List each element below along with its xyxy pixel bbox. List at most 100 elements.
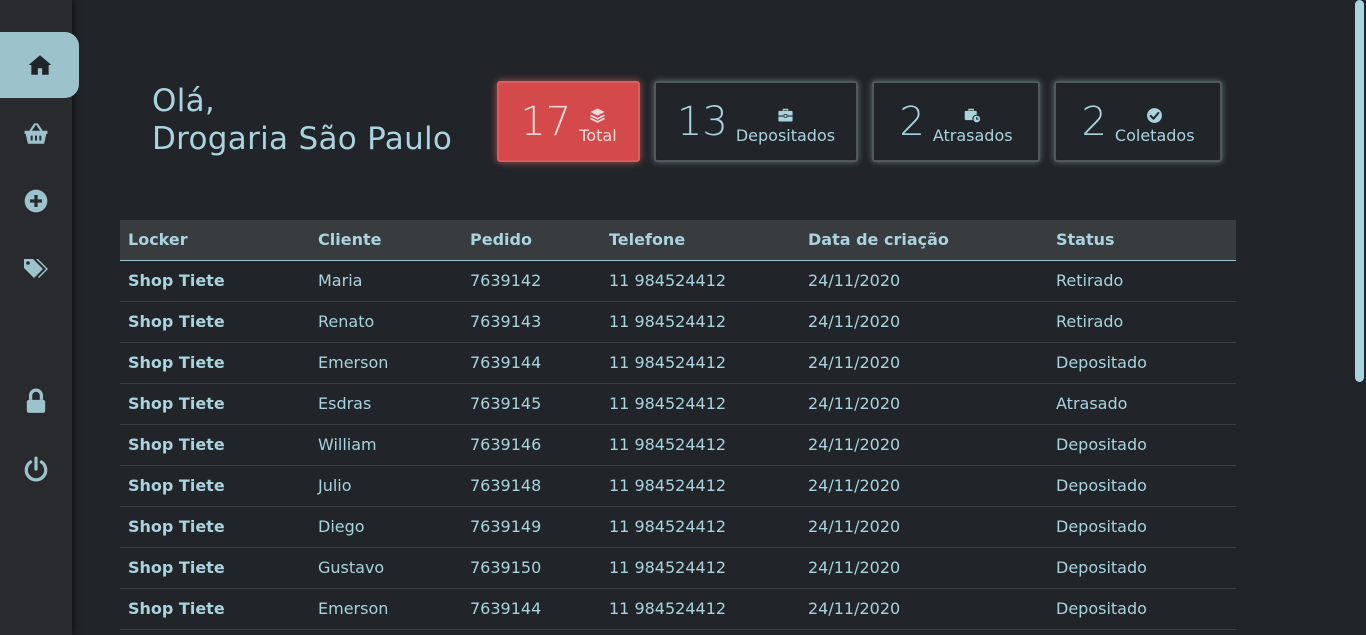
scrollbar-track[interactable] xyxy=(1352,0,1366,635)
stat-collected-label: Coletados xyxy=(1114,125,1195,145)
locker-cell: Shop Tiete xyxy=(128,435,225,454)
order-cell: 7639143 xyxy=(470,312,542,331)
table-header-row: Locker Cliente Pedido Telefone Data de c… xyxy=(120,220,1236,260)
locker-cell: Shop Tiete xyxy=(128,476,225,495)
sidebar-item-home[interactable] xyxy=(0,32,79,98)
table-row[interactable]: Shop Tiete Maria 7639142 11 984524412 24/11/… xyxy=(120,260,1236,301)
plus-circle-icon xyxy=(24,189,48,213)
sidebar-item-orders[interactable] xyxy=(0,101,72,167)
table-row[interactable]: Shop Tiete Emerson 7639144 11 984524412 24/1… xyxy=(120,342,1236,383)
table-row[interactable]: Shop Tiete Diego 7639149 11 984524412 24/11/… xyxy=(120,506,1236,547)
created-date-cell: 24/11/2020 xyxy=(808,353,901,372)
briefcase-clock-icon xyxy=(964,108,982,123)
order-cell: 7639144 xyxy=(470,599,542,618)
phone-cell: 11 984524412 xyxy=(609,353,727,372)
phone-cell: 11 984524412 xyxy=(609,599,727,618)
stat-card-late[interactable]: 2 Atrasados xyxy=(872,81,1040,162)
order-cell: 7639146 xyxy=(470,435,542,454)
locker-cell: Shop Tiete xyxy=(128,558,225,577)
sidebar-item-logout[interactable] xyxy=(0,436,72,502)
stat-card-total[interactable]: 17 Total xyxy=(497,81,640,162)
order-cell: 7639149 xyxy=(470,517,542,536)
phone-cell: 11 984524412 xyxy=(609,435,727,454)
order-cell: 7639142 xyxy=(470,271,542,290)
phone-cell: 11 984524412 xyxy=(609,517,727,536)
lock-icon xyxy=(26,388,46,413)
created-date-cell: 24/11/2020 xyxy=(808,476,901,495)
column-header-status[interactable]: Status xyxy=(1048,220,1236,260)
client-cell: Diego xyxy=(318,517,365,536)
greeting: Olá, Drogaria São Paulo xyxy=(152,82,452,158)
table-row[interactable]: Shop Tiete Emerson 7639144 11 984524412 24/1… xyxy=(120,588,1236,629)
status-cell: Retirado xyxy=(1056,271,1124,290)
column-header-client[interactable]: Cliente xyxy=(310,220,462,260)
client-cell: Maria xyxy=(318,271,363,290)
status-cell: Depositado xyxy=(1056,435,1147,454)
sidebar-item-lock[interactable] xyxy=(0,368,72,434)
order-cell: 7639145 xyxy=(470,394,542,413)
status-cell: Depositado xyxy=(1056,517,1147,536)
phone-cell: 11 984524412 xyxy=(609,558,727,577)
power-icon xyxy=(24,456,48,482)
basket-icon xyxy=(24,123,48,144)
status-cell: Depositado xyxy=(1056,476,1147,495)
client-cell: Gustavo xyxy=(318,558,385,577)
created-date-cell: 24/11/2020 xyxy=(808,271,901,290)
table-row[interactable]: Shop Tiete Renato 7639143 11 984524412 24/11… xyxy=(120,301,1236,342)
stat-late-value: 2 xyxy=(899,98,925,145)
client-cell: Emerson xyxy=(318,599,389,618)
column-header-created-date[interactable]: Data de criação xyxy=(800,220,1048,260)
locker-cell: Shop Tiete xyxy=(128,599,225,618)
briefcase-icon xyxy=(778,108,793,122)
created-date-cell: 24/11/2020 xyxy=(808,558,901,577)
table-row[interactable]: Shop Tiete Esdras 7639145 11 984524412 24/11… xyxy=(120,383,1236,424)
sidebar-item-tags[interactable] xyxy=(0,236,72,302)
locker-cell: Shop Tiete xyxy=(128,271,225,290)
stat-card-collected[interactable]: 2 Coletados xyxy=(1054,81,1222,162)
created-date-cell: 24/11/2020 xyxy=(808,599,901,618)
stat-total-value: 17 xyxy=(520,98,572,145)
status-cell: Depositado xyxy=(1056,599,1147,618)
stat-deposited-value: 13 xyxy=(676,98,728,145)
client-cell: Esdras xyxy=(318,394,372,413)
order-cell: 7639144 xyxy=(470,353,542,372)
locker-cell: Shop Tiete xyxy=(128,517,225,536)
created-date-cell: 24/11/2020 xyxy=(808,435,901,454)
home-icon xyxy=(28,55,51,75)
stat-card-deposited[interactable]: 13 Depositados xyxy=(654,81,858,162)
sidebar xyxy=(0,0,79,635)
check-circle-icon xyxy=(1147,107,1163,123)
orders-table: Locker Cliente Pedido Telefone Data de c… xyxy=(120,220,1236,630)
column-header-phone[interactable]: Telefone xyxy=(601,220,800,260)
stat-deposited-label: Depositados xyxy=(735,125,836,145)
table-row[interactable]: Shop Tiete Julio 7639148 11 984524412 24/11/… xyxy=(120,465,1236,506)
layers-icon xyxy=(590,107,606,123)
locker-cell: Shop Tiete xyxy=(128,394,225,413)
order-cell: 7639148 xyxy=(470,476,542,495)
locker-cell: Shop Tiete xyxy=(128,353,225,372)
table-row[interactable]: Shop Tiete William 7639146 11 984524412 24/1… xyxy=(120,424,1236,465)
scrollbar-thumb[interactable] xyxy=(1355,0,1364,382)
column-header-locker[interactable]: Locker xyxy=(120,220,310,260)
greeting-line-hello: Olá, xyxy=(152,83,216,119)
created-date-cell: 24/11/2020 xyxy=(808,517,901,536)
locker-cell: Shop Tiete xyxy=(128,312,225,331)
client-cell: Emerson xyxy=(318,353,389,372)
column-header-order[interactable]: Pedido xyxy=(462,220,601,260)
table-row[interactable]: Shop Tiete Gustavo 7639150 11 984524412 24/1… xyxy=(120,547,1236,588)
status-cell: Depositado xyxy=(1056,353,1147,372)
client-cell: Renato xyxy=(318,312,375,331)
sidebar-item-add[interactable] xyxy=(0,168,72,234)
phone-cell: 11 984524412 xyxy=(609,394,727,413)
stat-late-label: Atrasados xyxy=(932,125,1013,145)
phone-cell: 11 984524412 xyxy=(609,312,727,331)
created-date-cell: 24/11/2020 xyxy=(808,312,901,331)
tags-icon xyxy=(24,259,48,278)
client-cell: Julio xyxy=(318,476,352,495)
order-cell: 7639150 xyxy=(470,558,542,577)
phone-cell: 11 984524412 xyxy=(609,476,727,495)
status-cell: Depositado xyxy=(1056,558,1147,577)
stat-collected-value: 2 xyxy=(1081,98,1107,145)
greeting-store-name: Drogaria São Paulo xyxy=(152,121,453,157)
status-cell: Retirado xyxy=(1056,312,1124,331)
